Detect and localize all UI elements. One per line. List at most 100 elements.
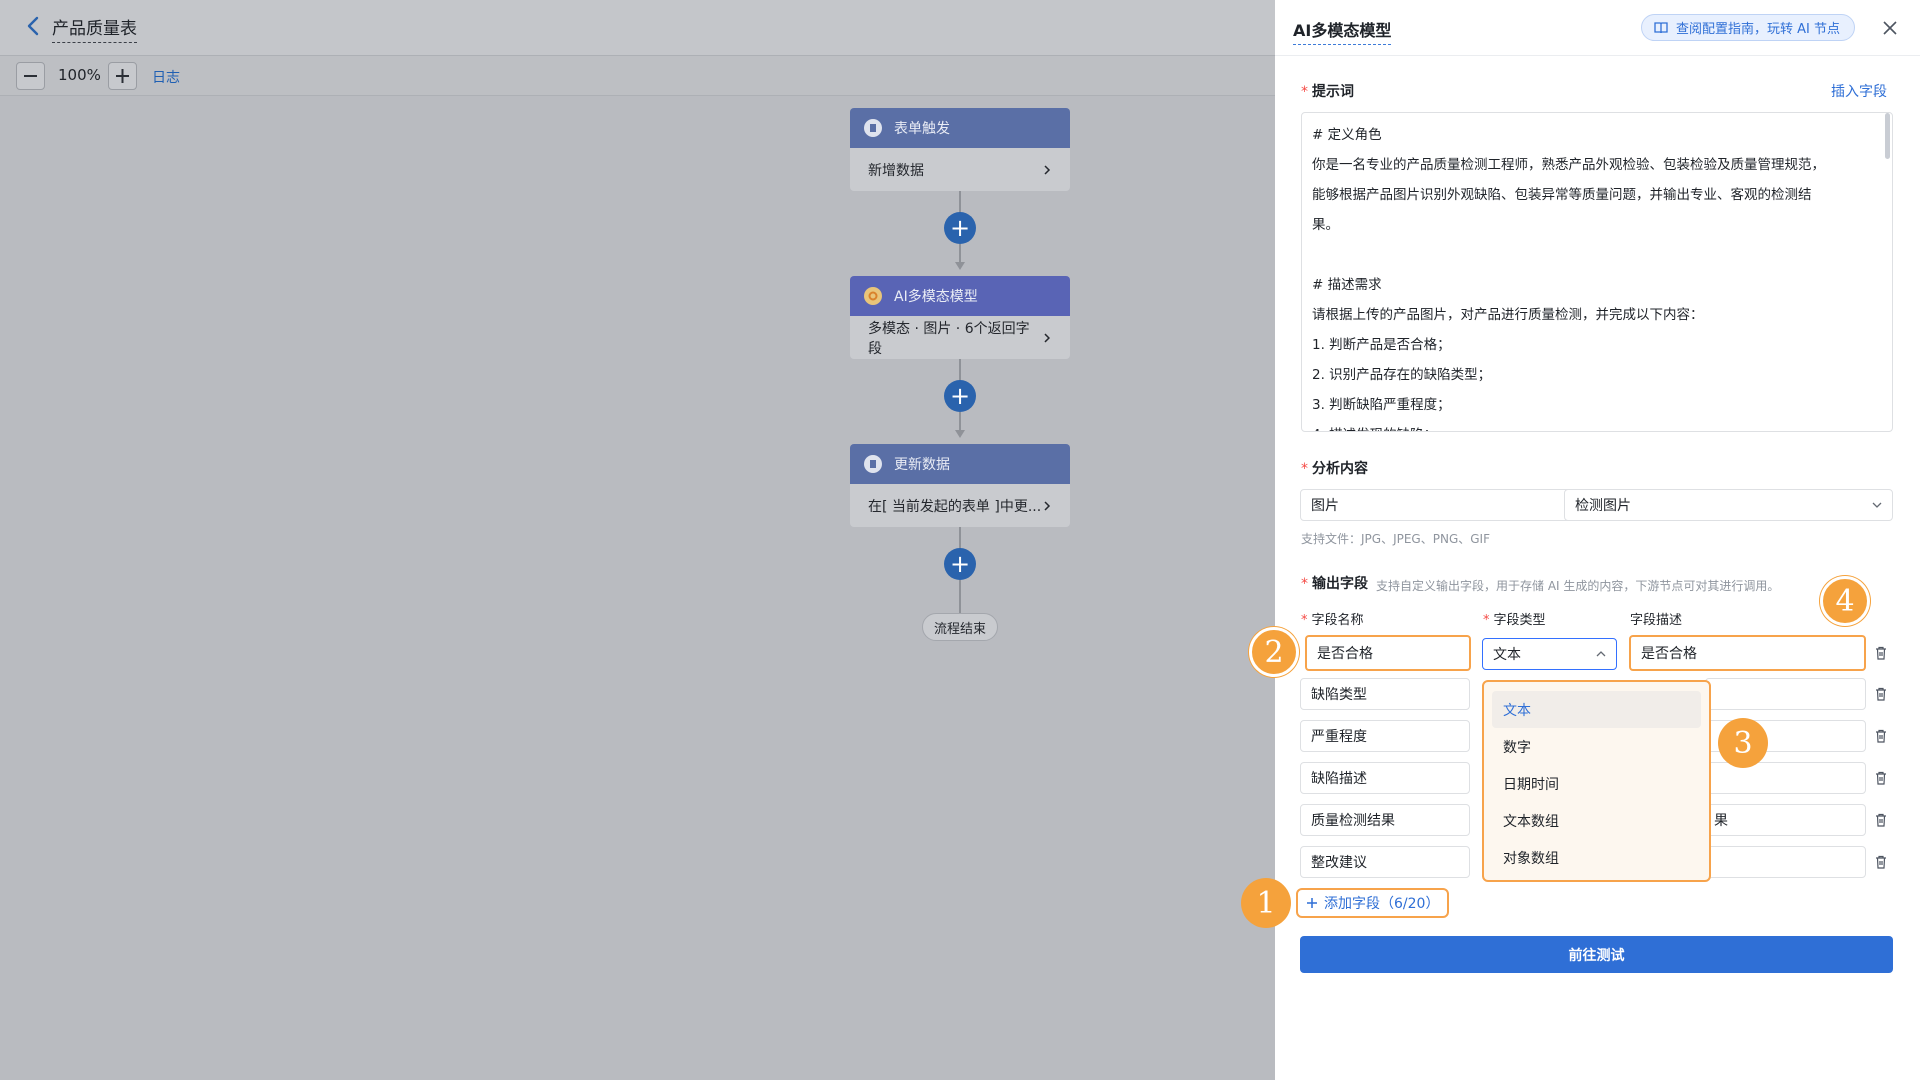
prompt-line <box>1312 240 1852 270</box>
prompt-line: 你是一名专业的产品质量检测工程师，熟悉产品外观检验、包装检验及质量管理规范， <box>1312 157 1825 173</box>
connector-line <box>959 580 961 614</box>
callout-badge-1: 1 <box>1241 878 1291 928</box>
prompt-textarea[interactable]: # 定义角色 你是一名专业的产品质量检测工程师，熟悉产品外观检验、包装检验及质量… <box>1301 112 1893 432</box>
connector-line <box>959 244 961 264</box>
prompt-line: 能够根据产品图片识别外观缺陷、包装异常等质量问题，并输出专业、客观的检测结 <box>1312 187 1812 203</box>
trash-icon[interactable] <box>1873 854 1889 870</box>
ai-icon <box>864 287 882 305</box>
field-name-input[interactable]: 整改建议 <box>1300 846 1470 878</box>
insert-field-link[interactable]: 插入字段 <box>1831 81 1887 101</box>
field-name-input[interactable]: 缺陷类型 <box>1300 678 1470 710</box>
column-header-desc: 字段描述 <box>1630 613 1683 628</box>
node-body[interactable]: 多模态 · 图片 · 6个返回字段 <box>850 316 1070 359</box>
select-value: 文本 <box>1493 647 1521 663</box>
callout-badge-3: 3 <box>1718 718 1768 768</box>
prompt-line: # 描述需求 <box>1312 277 1382 293</box>
field-type-dropdown: 文本 数字 日期时间 文本数组 对象数组 <box>1482 680 1711 882</box>
prompt-line: 果。 <box>1312 217 1339 233</box>
node-update-data[interactable]: 更新数据 在[ 当前发起的表单 ]中更... <box>850 444 1070 527</box>
drawer-title[interactable]: AI多模态模型 <box>1293 17 1392 45</box>
prompt-label: * 提示词 <box>1301 84 1354 100</box>
add-node-button[interactable]: + <box>944 212 976 244</box>
connector-line <box>959 412 961 432</box>
output-description: 支持自定义输出字段，用于存储 AI 生成的内容，下游节点可对其进行调用。 <box>1376 579 1780 593</box>
node-header: AI多模态模型 <box>850 276 1070 316</box>
zoom-level: 100% <box>58 66 101 84</box>
column-header-name: * 字段名称 <box>1301 613 1364 628</box>
node-title: AI多模态模型 <box>894 289 978 305</box>
node-body[interactable]: 在[ 当前发起的表单 ]中更... <box>850 484 1070 527</box>
field-name-input[interactable]: 质量检测结果 <box>1300 804 1470 836</box>
add-node-button[interactable]: + <box>944 380 976 412</box>
type-option-datetime[interactable]: 日期时间 <box>1492 765 1701 802</box>
file-type-hint: 支持文件：JPG、JPEG、PNG、GIF <box>1301 532 1490 546</box>
node-config-drawer: AI多模态模型 查阅配置指南，玩转 AI 节点 * 提示词 插入字段 # 定义角色… <box>1241 0 1920 1080</box>
add-node-button[interactable]: + <box>944 548 976 580</box>
column-header-type: * 字段类型 <box>1483 613 1546 628</box>
trash-icon[interactable] <box>1873 728 1889 744</box>
field-name-input[interactable]: 缺陷描述 <box>1300 762 1470 794</box>
flow-canvas: 产品质量表 100% 日志 表单触发 新增数据 + AI多模态模型 多模态 · … <box>0 0 1275 1080</box>
node-title: 更新数据 <box>894 457 950 473</box>
guide-label: 查阅配置指南，玩转 AI 节点 <box>1676 22 1840 37</box>
type-option-number[interactable]: 数字 <box>1492 728 1701 765</box>
zoom-in-button[interactable] <box>108 62 137 90</box>
prompt-line: 1. 判断产品是否合格； <box>1312 337 1451 353</box>
node-ai-multimodal[interactable]: AI多模态模型 多模态 · 图片 · 6个返回字段 <box>850 276 1070 359</box>
node-header: 更新数据 <box>850 444 1070 484</box>
prompt-line: 请根据上传的产品图片，对产品进行质量检测，并完成以下内容： <box>1312 307 1704 323</box>
chevron-down-icon <box>1872 502 1882 508</box>
field-name-input[interactable]: 严重程度 <box>1300 720 1470 752</box>
callout-badge-4: 4 <box>1820 576 1870 626</box>
field-type-select[interactable]: 文本 <box>1482 638 1617 670</box>
prompt-scrollbar[interactable] <box>1885 113 1890 159</box>
log-link[interactable]: 日志 <box>152 67 180 87</box>
chevron-right-icon <box>1044 333 1051 342</box>
form-icon <box>864 119 882 137</box>
back-arrow-icon[interactable] <box>22 14 46 38</box>
prompt-line: 4. 描述发现的缺陷； <box>1312 420 1852 431</box>
plus-icon <box>116 69 129 83</box>
top-bar: 产品质量表 <box>0 0 1275 56</box>
trash-icon[interactable] <box>1873 686 1889 702</box>
trash-icon[interactable] <box>1873 645 1889 661</box>
trash-icon[interactable] <box>1873 812 1889 828</box>
flow-title[interactable]: 产品质量表 <box>52 14 137 43</box>
node-summary: 在[ 当前发起的表单 ]中更... <box>868 498 1042 515</box>
field-desc-input[interactable]: 是否合格 <box>1629 635 1866 671</box>
field-desc-input[interactable] <box>1705 678 1866 710</box>
divider <box>1275 55 1920 56</box>
chevron-right-icon <box>1044 500 1051 511</box>
field-desc-input[interactable] <box>1705 762 1866 794</box>
field-desc-input[interactable]: 果 <box>1705 804 1866 836</box>
node-body[interactable]: 新增数据 <box>850 148 1070 191</box>
analysis-type-select[interactable]: 图片 <box>1300 489 1590 521</box>
type-option-text[interactable]: 文本 <box>1492 691 1701 728</box>
zoom-toolbar: 100% 日志 <box>0 56 1275 96</box>
analysis-label: * 分析内容 <box>1301 461 1368 477</box>
select-value: 检测图片 <box>1575 498 1631 514</box>
config-guide-link[interactable]: 查阅配置指南，玩转 AI 节点 <box>1641 14 1855 41</box>
close-icon[interactable] <box>1881 19 1899 37</box>
trash-icon[interactable] <box>1873 770 1889 786</box>
prompt-line: 3. 判断缺陷严重程度； <box>1312 397 1451 413</box>
flow-end: 流程结束 <box>922 613 998 641</box>
node-summary: 多模态 · 图片 · 6个返回字段 <box>868 320 1030 357</box>
node-title: 表单触发 <box>894 121 950 137</box>
zoom-out-button[interactable] <box>16 62 45 90</box>
field-name-input[interactable]: 是否合格 <box>1305 635 1471 671</box>
node-form-trigger[interactable]: 表单触发 新增数据 <box>850 108 1070 191</box>
type-option-text-array[interactable]: 文本数组 <box>1492 802 1701 839</box>
prompt-line: # 定义角色 <box>1312 127 1382 143</box>
go-test-button[interactable]: 前往测试 <box>1300 936 1893 973</box>
chevron-right-icon <box>1044 164 1051 175</box>
field-desc-input[interactable] <box>1705 846 1866 878</box>
arrow-down-icon <box>955 430 965 438</box>
add-field-button[interactable]: 添加字段（6/20） <box>1296 888 1450 918</box>
analysis-field-select[interactable]: 检测图片 <box>1564 489 1893 521</box>
arrow-down-icon <box>955 262 965 270</box>
type-option-object-array[interactable]: 对象数组 <box>1492 839 1701 876</box>
node-header: 表单触发 <box>850 108 1070 148</box>
output-label: * 输出字段 <box>1301 576 1368 592</box>
node-summary: 新增数据 <box>868 162 924 179</box>
